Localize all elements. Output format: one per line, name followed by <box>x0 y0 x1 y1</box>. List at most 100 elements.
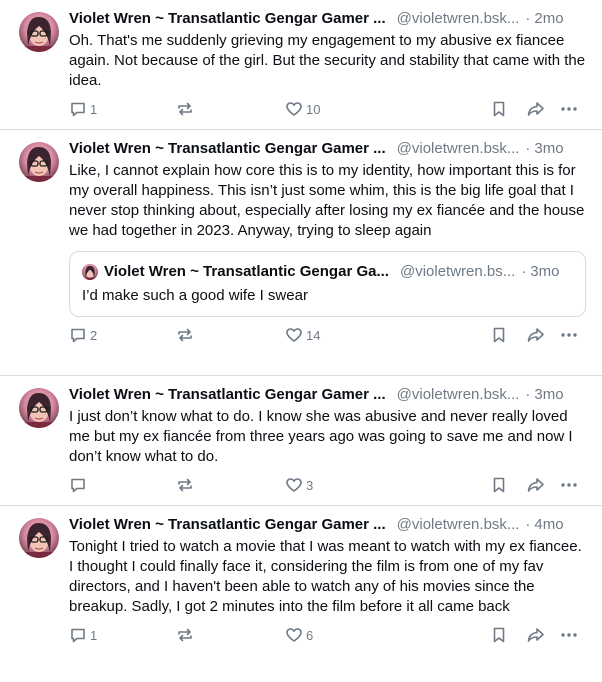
author-name[interactable]: Violet Wren ~ Transatlantic Gengar Gamer… <box>69 139 386 159</box>
separator-dot: · <box>521 263 527 280</box>
post-feed: Violet Wren ~ Transatlantic Gengar Gamer… <box>0 0 602 682</box>
post-actions: 3 <box>69 467 586 503</box>
bookmark-button[interactable] <box>490 626 508 644</box>
repost-arrows-icon <box>176 326 194 344</box>
speech-bubble-icon <box>69 100 87 118</box>
repost-arrows-icon <box>176 626 194 644</box>
repost-arrows-icon <box>176 100 194 118</box>
like-button[interactable]: 14 <box>285 326 320 344</box>
quoted-avatar <box>82 264 98 280</box>
post-time[interactable]: 3mo <box>534 139 563 159</box>
speech-bubble-icon <box>69 326 87 344</box>
share-button[interactable] <box>526 326 546 344</box>
reply-count: 1 <box>90 101 98 117</box>
heart-icon <box>285 326 303 344</box>
bookmark-button[interactable] <box>490 326 508 344</box>
repost-button[interactable] <box>176 476 197 494</box>
heart-icon <box>285 476 303 494</box>
avatar[interactable] <box>19 388 59 428</box>
like-count: 3 <box>306 477 314 493</box>
quoted-post-time: 3mo <box>530 263 560 280</box>
reply-button[interactable]: 1 <box>69 100 97 118</box>
repost-arrows-icon <box>176 476 194 494</box>
separator-dot: · <box>525 10 531 27</box>
post-time[interactable]: 4mo <box>534 515 563 535</box>
author-name[interactable]: Violet Wren ~ Transatlantic Gengar Gamer… <box>69 385 386 405</box>
more-options-button[interactable] <box>560 476 578 494</box>
bookmark-button[interactable] <box>490 100 508 118</box>
quoted-post[interactable]: Violet Wren ~ Transatlantic Gengar Ga...… <box>69 251 586 317</box>
bookmark-button[interactable] <box>490 476 508 494</box>
share-button[interactable] <box>526 476 546 494</box>
post[interactable]: Violet Wren ~ Transatlantic Gengar Gamer… <box>0 376 602 506</box>
bookmark-icon <box>490 100 508 118</box>
more-options-button[interactable] <box>560 626 578 644</box>
like-button[interactable]: 10 <box>285 100 320 118</box>
post-actions: 1 10 <box>69 91 586 127</box>
share-arrow-icon <box>526 476 546 494</box>
repost-button[interactable] <box>176 100 197 118</box>
author-name[interactable]: Violet Wren ~ Transatlantic Gengar Gamer… <box>69 9 386 29</box>
author-handle[interactable]: @violetwren.bsk... <box>397 515 520 535</box>
avatar[interactable] <box>19 12 59 52</box>
post-text: Oh. That's me suddenly grieving my engag… <box>69 32 586 89</box>
like-button[interactable]: 6 <box>285 626 313 644</box>
author-handle[interactable]: @violetwren.bsk... <box>397 139 520 159</box>
post-header: Violet Wren ~ Transatlantic Gengar Gamer… <box>69 376 586 405</box>
speech-bubble-icon <box>69 626 87 644</box>
separator-dot: · <box>525 516 531 533</box>
post[interactable]: Violet Wren ~ Transatlantic Gengar Gamer… <box>0 130 602 376</box>
more-options-button[interactable] <box>560 100 578 118</box>
ellipsis-icon <box>560 100 578 118</box>
share-arrow-icon <box>526 626 546 644</box>
share-arrow-icon <box>526 326 546 344</box>
like-count: 6 <box>306 627 314 643</box>
like-count: 10 <box>306 101 321 117</box>
quoted-author-name[interactable]: Violet Wren ~ Transatlantic Gengar Ga... <box>104 262 389 282</box>
ellipsis-icon <box>560 326 578 344</box>
reply-count: 2 <box>90 327 98 343</box>
separator-dot: · <box>525 140 531 157</box>
post-header: Violet Wren ~ Transatlantic Gengar Gamer… <box>69 0 586 29</box>
post-text: Tonight I tried to watch a movie that I … <box>69 538 582 615</box>
bookmark-icon <box>490 626 508 644</box>
repost-button[interactable] <box>176 326 197 344</box>
ellipsis-icon <box>560 626 578 644</box>
post-header: Violet Wren ~ Transatlantic Gengar Gamer… <box>69 506 586 535</box>
reply-count: 1 <box>90 627 98 643</box>
avatar[interactable] <box>19 142 59 182</box>
author-handle[interactable]: @violetwren.bsk... <box>397 9 520 29</box>
post-actions: 2 14 <box>69 317 586 353</box>
author-handle[interactable]: @violetwren.bsk... <box>397 385 520 405</box>
quoted-post-header: Violet Wren ~ Transatlantic Gengar Ga...… <box>82 262 573 282</box>
bookmark-icon <box>490 326 508 344</box>
share-button[interactable] <box>526 626 546 644</box>
post-text: Like, I cannot explain how core this is … <box>69 162 585 239</box>
post-header: Violet Wren ~ Transatlantic Gengar Gamer… <box>69 130 586 159</box>
separator-dot: · <box>525 386 531 403</box>
post-text: I just don’t know what to do. I know she… <box>69 408 573 465</box>
post-time[interactable]: 2mo <box>534 9 563 29</box>
bookmark-icon <box>490 476 508 494</box>
like-button[interactable]: 3 <box>285 476 313 494</box>
post[interactable]: Violet Wren ~ Transatlantic Gengar Gamer… <box>0 506 602 682</box>
more-options-button[interactable] <box>560 326 578 344</box>
quoted-post-text: I’d make such a good wife I swear <box>82 287 308 304</box>
share-arrow-icon <box>526 100 546 118</box>
avatar[interactable] <box>19 518 59 558</box>
author-name[interactable]: Violet Wren ~ Transatlantic Gengar Gamer… <box>69 515 386 535</box>
heart-icon <box>285 100 303 118</box>
post[interactable]: Violet Wren ~ Transatlantic Gengar Gamer… <box>0 0 602 130</box>
ellipsis-icon <box>560 476 578 494</box>
like-count: 14 <box>306 327 321 343</box>
reply-button[interactable] <box>69 476 90 494</box>
quoted-author-handle[interactable]: @violetwren.bs... <box>400 262 515 282</box>
heart-icon <box>285 626 303 644</box>
reply-button[interactable]: 2 <box>69 326 97 344</box>
repost-button[interactable] <box>176 626 197 644</box>
post-time[interactable]: 3mo <box>534 385 563 405</box>
share-button[interactable] <box>526 100 546 118</box>
reply-button[interactable]: 1 <box>69 626 97 644</box>
post-actions: 1 6 <box>69 617 586 653</box>
speech-bubble-icon <box>69 476 87 494</box>
